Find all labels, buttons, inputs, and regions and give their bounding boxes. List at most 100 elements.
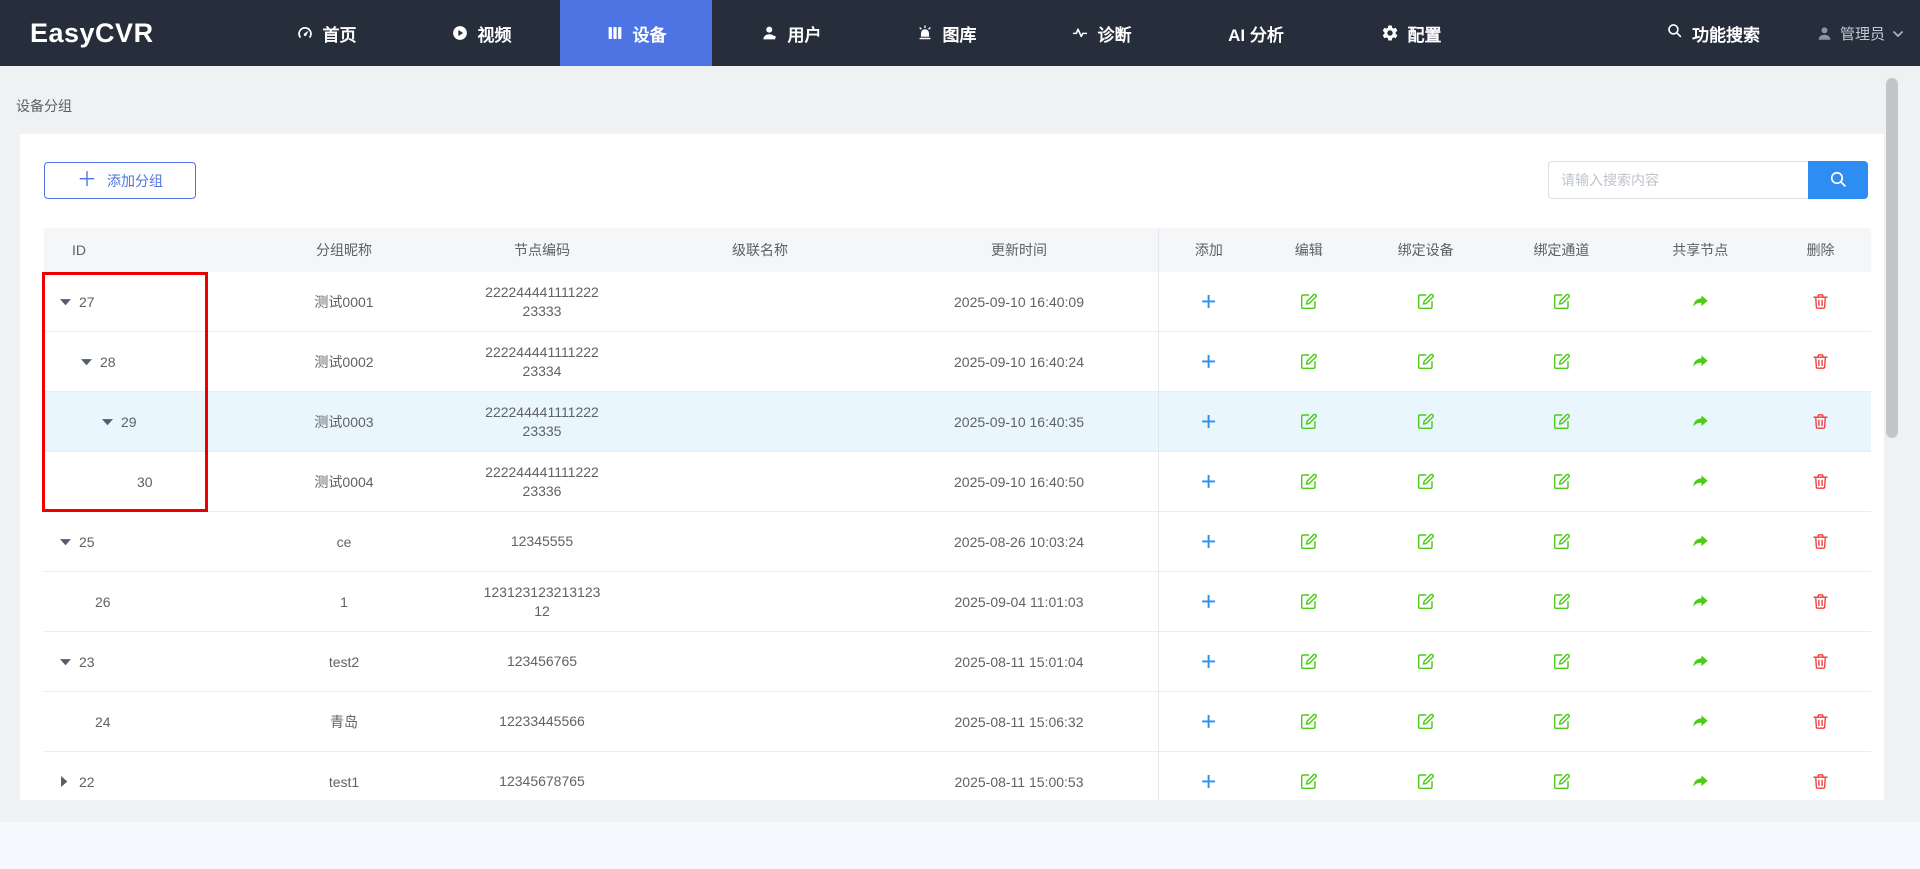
expand-arrow-down-icon[interactable] [60, 658, 73, 666]
column-header-5: 添加 [1159, 228, 1259, 272]
node-code: 22224444111122223334 [482, 343, 602, 381]
bind-channel-action[interactable] [1552, 412, 1571, 431]
bind-channel-action[interactable] [1552, 472, 1571, 491]
edit-action[interactable] [1299, 712, 1318, 731]
edit-action[interactable] [1299, 292, 1318, 311]
edit-action[interactable] [1299, 592, 1318, 611]
bind-channel-action[interactable] [1552, 772, 1571, 791]
add-action[interactable] [1198, 771, 1219, 792]
table-row[interactable]: 25ce123455552025-08-26 10:03:24 [44, 512, 1871, 572]
bind-device-action[interactable] [1416, 532, 1435, 551]
nav-item-config[interactable]: 配置 [1335, 0, 1487, 66]
table-header: ID分组昵称节点编码级联名称更新时间添加编辑绑定设备绑定通道共享节点删除 [44, 228, 1871, 272]
table-row[interactable]: 29测试0003222244441111222233352025-09-10 1… [44, 392, 1871, 452]
expand-arrow-right-icon[interactable] [60, 776, 73, 787]
node-code: 12233445566 [499, 712, 585, 731]
add-action[interactable] [1198, 531, 1219, 552]
delete-action[interactable] [1811, 712, 1830, 731]
delete-action[interactable] [1811, 472, 1830, 491]
nav-item-user[interactable]: 用户 [715, 0, 867, 66]
share-node-action[interactable] [1691, 592, 1710, 611]
edit-action[interactable] [1299, 652, 1318, 671]
nav-item-device[interactable]: 设备 [560, 0, 712, 66]
row-id: 27 [79, 294, 95, 310]
cascade-name [640, 332, 880, 391]
add-action[interactable] [1198, 291, 1219, 312]
table-row[interactable]: 28测试0002222244441111222233342025-09-10 1… [44, 332, 1871, 392]
device-group-table: ID分组昵称节点编码级联名称更新时间添加编辑绑定设备绑定通道共享节点删除 27测… [44, 228, 1871, 800]
edit-action[interactable] [1299, 412, 1318, 431]
bind-channel-action[interactable] [1552, 532, 1571, 551]
share-node-action[interactable] [1691, 352, 1710, 371]
nav-item-video[interactable]: 视频 [405, 0, 557, 66]
bind-channel-action[interactable] [1552, 652, 1571, 671]
share-node-action[interactable] [1691, 412, 1710, 431]
nav-item-label: AI 分析 [1228, 21, 1284, 46]
user-menu[interactable]: 管理员 [1816, 23, 1910, 44]
table-row[interactable]: 30测试0004222244441111222233362025-09-10 1… [44, 452, 1871, 512]
bind-channel-action[interactable] [1552, 352, 1571, 371]
bind-device-action[interactable] [1416, 292, 1435, 311]
add-action[interactable] [1198, 351, 1219, 372]
nav-item-diagnosis[interactable]: 诊断 [1025, 0, 1177, 66]
nav-item-ai[interactable]: AI 分析 [1180, 0, 1332, 66]
table-row[interactable]: 23test21234567652025-08-11 15:01:04 [44, 632, 1871, 692]
row-id: 23 [79, 654, 95, 670]
share-node-action[interactable] [1691, 292, 1710, 311]
delete-action[interactable] [1811, 532, 1830, 551]
bind-channel-action[interactable] [1552, 712, 1571, 731]
edit-action[interactable] [1299, 352, 1318, 371]
share-node-action[interactable] [1691, 472, 1710, 491]
delete-action[interactable] [1811, 592, 1830, 611]
nav-item-gallery[interactable]: 图库 [870, 0, 1022, 66]
column-header-10: 删除 [1770, 228, 1871, 272]
expand-arrow-down-icon[interactable] [60, 538, 73, 546]
bind-device-action[interactable] [1416, 472, 1435, 491]
group-nickname: 测试0003 [244, 392, 444, 451]
bind-device-action[interactable] [1416, 412, 1435, 431]
bind-device-action[interactable] [1416, 772, 1435, 791]
bind-device-action[interactable] [1416, 652, 1435, 671]
add-group-button[interactable]: ＋ 添加分组 [44, 162, 196, 199]
nav-item-home[interactable]: 首页 [250, 0, 402, 66]
expand-arrow-down-icon[interactable] [81, 358, 94, 366]
row-id: 24 [95, 714, 111, 730]
add-action[interactable] [1198, 471, 1219, 492]
table-row[interactable]: 24青岛122334455662025-08-11 15:06:32 [44, 692, 1871, 752]
table-row[interactable]: 22test1123456787652025-08-11 15:00:53 [44, 752, 1871, 800]
share-node-action[interactable] [1691, 712, 1710, 731]
expand-arrow-down-icon[interactable] [60, 298, 73, 306]
share-node-action[interactable] [1691, 652, 1710, 671]
cascade-name [640, 392, 880, 451]
table-row[interactable]: 27测试0001222244441111222233332025-09-10 1… [44, 272, 1871, 332]
edit-action[interactable] [1299, 772, 1318, 791]
edit-action[interactable] [1299, 472, 1318, 491]
edit-action[interactable] [1299, 532, 1318, 551]
page: EasyCVR 首页视频设备用户图库诊断AI 分析配置 功能搜索 管理员 设备分… [0, 0, 1920, 869]
delete-action[interactable] [1811, 352, 1830, 371]
delete-action[interactable] [1811, 412, 1830, 431]
app-logo[interactable]: EasyCVR [30, 0, 154, 66]
delete-action[interactable] [1811, 772, 1830, 791]
add-action[interactable] [1198, 711, 1219, 732]
function-search-button[interactable]: 功能搜索 [1666, 21, 1760, 46]
add-action[interactable] [1198, 591, 1219, 612]
share-node-action[interactable] [1691, 532, 1710, 551]
person-icon [761, 24, 779, 42]
bind-channel-action[interactable] [1552, 592, 1571, 611]
delete-action[interactable] [1811, 652, 1830, 671]
bind-channel-action[interactable] [1552, 292, 1571, 311]
bind-device-action[interactable] [1416, 352, 1435, 371]
share-node-action[interactable] [1691, 772, 1710, 791]
add-action[interactable] [1198, 651, 1219, 672]
bind-device-action[interactable] [1416, 712, 1435, 731]
updated-time: 2025-08-26 10:03:24 [954, 534, 1084, 550]
add-action[interactable] [1198, 411, 1219, 432]
vertical-scrollbar[interactable] [1886, 78, 1898, 438]
search-button[interactable] [1808, 161, 1868, 199]
table-row[interactable]: 261123123123213123122025-09-04 11:01:03 [44, 572, 1871, 632]
search-input[interactable] [1548, 161, 1808, 199]
delete-action[interactable] [1811, 292, 1830, 311]
bind-device-action[interactable] [1416, 592, 1435, 611]
expand-arrow-down-icon[interactable] [102, 418, 115, 426]
